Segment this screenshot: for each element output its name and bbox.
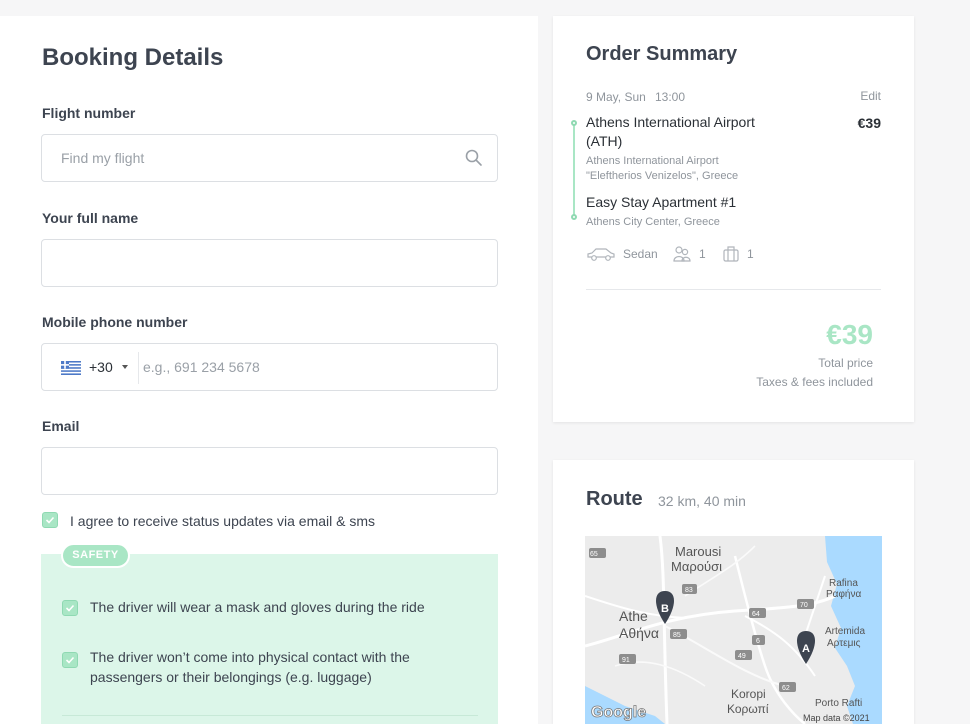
page-title: Booking Details — [42, 44, 224, 71]
from-name-line1: Athens International Airport — [586, 114, 755, 130]
map-marker-b-label: B — [661, 603, 669, 615]
total-price: €39 — [826, 319, 873, 350]
map-place-label: Artemida — [825, 626, 865, 637]
road-label: 62 — [782, 685, 790, 692]
safety-item-contact-cont: passengers or their belongings (e.g. lug… — [90, 669, 372, 685]
order-summary-title: Order Summary — [586, 43, 738, 65]
phone-divider — [138, 352, 139, 384]
luggage-icon — [723, 246, 739, 262]
safety-box — [41, 554, 498, 724]
vehicle-type: Sedan — [623, 247, 658, 261]
map-place-label: Koropi — [731, 687, 766, 701]
order-summary-card: Order Summary 9 May, Sun 13:00 Edit Athe… — [553, 16, 914, 422]
full-name-input[interactable] — [41, 239, 498, 287]
google-logo: Google — [591, 704, 646, 721]
flight-number-placeholder: Find my flight — [61, 150, 145, 166]
map-place-label: Κορωπί — [727, 702, 769, 716]
safety-item-mask: The driver will wear a mask and gloves d… — [90, 599, 425, 615]
road-label: 83 — [685, 587, 693, 594]
timeline-dot-to — [571, 214, 577, 220]
country-code[interactable]: +30 — [89, 359, 113, 375]
edit-link[interactable]: Edit — [860, 89, 881, 103]
pickup-time: 13:00 — [655, 90, 686, 104]
road-label: 64 — [752, 611, 760, 618]
road-label: 49 — [738, 653, 746, 660]
route-map[interactable]: 65 83 64 70 6 49 91 62 85 B A Marousi Μα… — [585, 536, 882, 724]
to-sub: Athens City Center, Greece — [586, 216, 720, 228]
map-labels: 65 83 64 70 6 49 91 62 85 B A Marousi Μα… — [590, 544, 870, 723]
luggage-count: 1 — [747, 247, 754, 261]
map-attribution[interactable]: Map data ©2021 — [803, 713, 870, 723]
map-place-label: Athe — [619, 608, 648, 624]
map-place-label: Αθήνα — [619, 625, 659, 641]
safety-checkbox-contact[interactable] — [62, 652, 78, 668]
search-icon[interactable] — [464, 148, 484, 168]
road-label: 85 — [673, 632, 681, 639]
leg-price: €39 — [857, 115, 881, 131]
road-label: 65 — [590, 551, 598, 558]
road-label: 91 — [622, 657, 630, 664]
phone-input[interactable]: +30 e.g., 691 234 5678 — [41, 343, 498, 391]
email-label: Email — [42, 418, 80, 434]
taxes-label: Taxes & fees included — [756, 375, 873, 389]
car-icon — [587, 248, 615, 261]
from-name-line2: (ATH) — [586, 133, 623, 149]
map-place-label: Porto Rafti — [815, 698, 862, 709]
agree-text: I agree to receive status updates via em… — [70, 513, 376, 529]
route-card: Route 32 km, 40 min 65 83 64 70 6 49 91 … — [553, 460, 914, 724]
chevron-down-icon[interactable] — [122, 365, 128, 369]
to-name: Easy Stay Apartment #1 — [586, 194, 737, 210]
total-price-label: Total price — [818, 356, 873, 370]
full-name-label: Your full name — [42, 210, 139, 226]
check-icon — [65, 604, 75, 612]
safety-checkbox-mask[interactable] — [62, 600, 78, 616]
map-place-label: Marousi — [675, 544, 721, 559]
safety-item-contact: The driver won’t come into physical cont… — [90, 649, 410, 665]
timeline-line — [573, 123, 575, 217]
from-sub-line1: Athens International Airport — [586, 155, 719, 167]
phone-label: Mobile phone number — [42, 314, 188, 330]
greece-flag-icon[interactable] — [61, 361, 81, 375]
check-icon — [45, 516, 55, 524]
summary-divider — [586, 289, 881, 290]
check-icon — [65, 656, 75, 664]
safety-divider — [62, 715, 478, 716]
map-place-label: Αρτεμις — [827, 638, 861, 649]
flight-number-label: Flight number — [42, 105, 136, 121]
agree-checkbox[interactable] — [42, 512, 58, 528]
passenger-count: 1 — [699, 247, 706, 261]
map-place-label: Rafina — [829, 578, 858, 589]
road-label: 70 — [800, 602, 808, 609]
safety-badge: SAFETY — [61, 543, 130, 568]
email-input[interactable] — [41, 447, 498, 495]
phone-placeholder: e.g., 691 234 5678 — [143, 359, 260, 375]
from-sub-line2: "Eleftherios Venizelos", Greece — [586, 170, 739, 182]
map-place-label: Μαρούσι — [671, 559, 722, 574]
map-place-label: Ραφήνα — [826, 588, 861, 600]
flight-number-input[interactable]: Find my flight — [41, 134, 498, 182]
pickup-date: 9 May, Sun — [586, 90, 646, 104]
route-info: 32 km, 40 min — [658, 493, 746, 509]
road-label: 6 — [756, 638, 760, 645]
passengers-icon — [673, 246, 691, 262]
timeline-dot-from — [571, 120, 577, 126]
map-marker-a-label: A — [802, 643, 810, 655]
route-title: Route — [586, 488, 643, 510]
